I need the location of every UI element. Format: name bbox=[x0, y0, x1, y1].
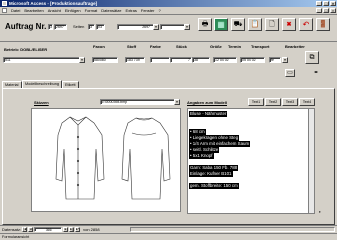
binoculars-icon[interactable]: ⚭ bbox=[311, 69, 321, 77]
menu-bar: Datei Bearbeiten Ansicht Einfügen Format… bbox=[0, 7, 337, 14]
door-exit-icon[interactable]: 🚪 bbox=[316, 18, 330, 31]
title-bar: Microsoft Access - [Produktionsauftrage]… bbox=[0, 0, 337, 7]
prev-record-icon[interactable]: ◂ bbox=[28, 226, 34, 232]
header-divider bbox=[0, 41, 337, 42]
description-scrollbar[interactable] bbox=[308, 109, 314, 213]
form-icon bbox=[2, 8, 7, 13]
tab-etikett[interactable]: Etikett bbox=[62, 81, 79, 88]
tab-modellbeschreibung[interactable]: Modellbeschreibung bbox=[22, 80, 62, 88]
record-number-field[interactable]: 366 bbox=[34, 226, 63, 232]
menu-divider bbox=[0, 14, 337, 15]
menu-einfuegen[interactable]: Einfügen bbox=[65, 8, 81, 13]
menu-datei[interactable]: Datei bbox=[11, 8, 20, 13]
sketch-file-dropdown-icon[interactable]: ▾ bbox=[174, 99, 180, 105]
seiten-label: Seiten bbox=[73, 24, 85, 29]
status-text: Formularansicht bbox=[2, 235, 30, 239]
text2-button[interactable]: Text2 bbox=[265, 98, 281, 106]
last-record-icon[interactable]: ▸| bbox=[69, 226, 75, 232]
car-icon[interactable]: ⛟ bbox=[231, 18, 245, 31]
description-line: Bluse - Nähmuster bbox=[189, 111, 228, 117]
back-arrow-icon[interactable]: ↶ bbox=[299, 18, 313, 31]
betrieb-dropdown-icon[interactable]: ▾ bbox=[79, 57, 85, 63]
minimize-button[interactable]: _ bbox=[316, 1, 322, 6]
menu-help[interactable]: ? bbox=[158, 8, 160, 13]
sketch-image bbox=[31, 108, 181, 212]
first-record-icon[interactable]: |◂ bbox=[22, 226, 28, 232]
horizontal-scrollbar[interactable] bbox=[130, 227, 335, 232]
col-farbe: Farbe bbox=[150, 44, 161, 49]
new-record-icon[interactable]: ▸* bbox=[75, 226, 81, 232]
order-label: Auftrag Nr. bbox=[5, 22, 47, 31]
col-faxon: Faxon bbox=[93, 44, 105, 49]
grid-view-icon[interactable]: ▦ bbox=[214, 18, 228, 31]
description-line: • 5x1 Knopf bbox=[189, 153, 214, 159]
blouse-sketch-icon bbox=[55, 116, 171, 200]
col-betrieb: Betrieb: DOBL/ELISER bbox=[4, 47, 48, 52]
text1-button[interactable]: Text1 bbox=[248, 98, 264, 106]
bearbeiter-field[interactable]: fe bbox=[269, 57, 281, 63]
menu-ansicht[interactable]: Ansicht bbox=[48, 8, 61, 13]
record-label: Datensatz: bbox=[2, 226, 22, 232]
clipboard-icon[interactable]: 📋 bbox=[248, 18, 262, 31]
close-button[interactable]: × bbox=[330, 1, 336, 6]
scroll-marker: ᴱ bbox=[319, 210, 321, 215]
col-groesse: Größe bbox=[210, 44, 222, 49]
mdi-restore-button[interactable]: □ bbox=[323, 8, 329, 13]
menu-fenster[interactable]: Fenster bbox=[141, 8, 155, 13]
groesse-field[interactable]: 38 bbox=[192, 57, 210, 63]
next-record-icon[interactable]: ▸ bbox=[63, 226, 69, 232]
description-header: Angaben zum Modell bbox=[187, 100, 227, 105]
col-transport: Transport bbox=[251, 44, 270, 49]
stueck-field[interactable]: 7 bbox=[170, 57, 192, 63]
col-bearbeiter: Bearbeiter bbox=[285, 44, 305, 49]
record-total: von 2858 bbox=[83, 226, 100, 232]
printer-icon[interactable]: 🖶 bbox=[198, 18, 212, 31]
order-nr2-field[interactable]: 2697 bbox=[54, 24, 67, 30]
col-stueck: Stück bbox=[176, 44, 187, 49]
copy-record-icon[interactable]: ⧉ bbox=[305, 51, 319, 64]
menu-datensaetze[interactable]: Datensätze bbox=[101, 8, 121, 13]
tab-material[interactable]: Material bbox=[2, 81, 22, 88]
record-navigator: Datensatz: |◂ ◂ 366 ▸ ▸| ▸* von 2858 bbox=[0, 225, 337, 232]
mdi-close-button[interactable]: × bbox=[330, 8, 336, 13]
farbe-field[interactable] bbox=[150, 57, 170, 63]
menu-bearbeiten[interactable]: Bearbeiten bbox=[24, 8, 43, 13]
maximize-button[interactable]: □ bbox=[323, 1, 329, 6]
col-termin: Termin bbox=[228, 44, 242, 49]
dropdown-arrow-icon[interactable]: ▾ bbox=[153, 24, 159, 30]
sketch-label: Skizzen bbox=[34, 100, 49, 105]
transport-field[interactable]: 05 04 02 bbox=[240, 57, 265, 63]
description-line: gem. Stoffbreite: 150 cm bbox=[189, 183, 239, 189]
document-icon[interactable]: 🗋 bbox=[265, 18, 279, 31]
filter-dropdown-icon[interactable]: ▾ bbox=[184, 24, 190, 30]
screen-icon[interactable]: ▭ bbox=[285, 69, 295, 77]
sketch-file-select[interactable]: c:\0000398.bmp bbox=[100, 99, 180, 105]
access-app-icon bbox=[2, 1, 7, 6]
termin-field[interactable]: 12 04 02 bbox=[213, 57, 237, 63]
col-stoff: Stoff bbox=[127, 44, 137, 49]
stoff-field[interactable]: 183 739 bbox=[125, 57, 145, 63]
order-nr-field[interactable]: 3 bbox=[48, 24, 53, 30]
seiten-from-field[interactable]: 3 bbox=[88, 24, 95, 30]
description-line: Einlage: Kufner B101 bbox=[189, 171, 233, 177]
bearbeiter-dropdown-icon[interactable]: ▾ bbox=[282, 57, 288, 63]
menu-format[interactable]: Format bbox=[85, 8, 98, 13]
close-form-icon[interactable]: ✖ bbox=[282, 18, 296, 31]
window-title: Microsoft Access - [Produktionsauftrage] bbox=[9, 1, 98, 6]
text3-button[interactable]: Text3 bbox=[282, 98, 298, 106]
seiten-to-field[interactable]: 03 bbox=[96, 24, 105, 30]
menu-extras[interactable]: Extras bbox=[126, 8, 137, 13]
status-bar: Formularansicht bbox=[0, 233, 337, 240]
mdi-minimize-button[interactable]: _ bbox=[316, 8, 322, 13]
description-textarea[interactable]: Bluse - Nähmuster • 68 cm • Liegekragen … bbox=[187, 108, 315, 214]
text4-button[interactable]: Text4 bbox=[299, 98, 315, 106]
faxon-field[interactable]: 580080 bbox=[92, 57, 118, 63]
betrieb-field[interactable]: 511 bbox=[3, 57, 85, 63]
